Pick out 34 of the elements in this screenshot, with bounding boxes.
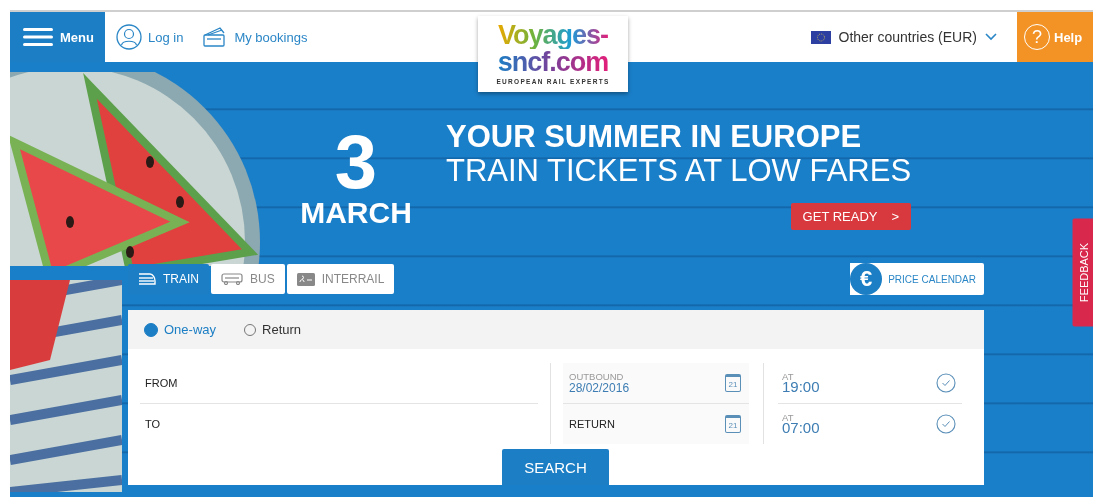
transport-tab[interactable]: BUS	[211, 264, 285, 294]
feedback-tab[interactable]: FEEDBACK	[1072, 218, 1093, 327]
search-button[interactable]: SEARCH	[502, 449, 609, 485]
trip-type-radio[interactable]: One-way	[144, 322, 217, 337]
flag-icon	[810, 30, 831, 44]
promo-day: 3	[334, 128, 378, 196]
trip-type-radio[interactable]: Return	[244, 322, 302, 337]
pass-card-icon	[296, 272, 315, 286]
time-field[interactable]: AT 19:00	[778, 363, 962, 404]
clock-icon	[936, 414, 956, 434]
promo-month: MARCH	[300, 196, 412, 230]
menu-button[interactable]: Menu	[10, 12, 105, 62]
bus-icon	[221, 273, 243, 285]
date-field[interactable]: RETURN 21	[563, 404, 749, 444]
chevron-down-icon	[985, 33, 997, 41]
calendar-icon: 21	[725, 374, 741, 392]
login-link[interactable]: Log in	[116, 24, 184, 50]
promo-headline: YOUR SUMMER IN EUROPE	[446, 120, 863, 154]
bookings-link[interactable]: My bookings	[202, 26, 308, 48]
transport-tab[interactable]: TRAIN	[128, 264, 209, 294]
help-button[interactable]: ? Help	[1017, 12, 1093, 62]
calendar-icon: 21	[725, 415, 741, 433]
user-icon	[116, 24, 142, 50]
time-field[interactable]: AT 07:00	[778, 404, 962, 444]
country-selector[interactable]: Other countries (EUR)	[804, 28, 1003, 46]
date-field[interactable]: OUTBOUND 28/02/2016 21	[563, 363, 749, 404]
euro-icon: €	[850, 263, 883, 295]
get-ready-button[interactable]: GET READY >	[790, 203, 912, 230]
clock-icon	[936, 373, 956, 393]
train-icon	[138, 273, 156, 285]
transport-tab[interactable]: INTERRAIL	[286, 264, 395, 294]
menu-icon	[23, 27, 53, 47]
price-calendar-button[interactable]: € PRICE CALENDAR	[850, 263, 984, 295]
promo-subheadline: TRAIN TICKETS AT LOW FARES	[446, 154, 912, 188]
